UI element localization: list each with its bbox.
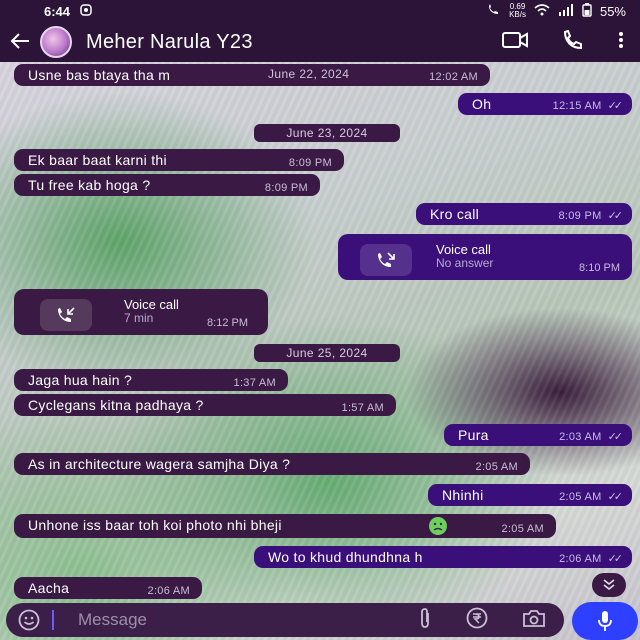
menu-button[interactable]	[618, 31, 624, 54]
emoji-button[interactable]	[6, 609, 52, 631]
double-chevron-down-icon	[603, 579, 615, 591]
call-title: Voice call	[124, 297, 179, 312]
network-speed-unit: KB/s	[509, 10, 526, 19]
video-call-icon	[502, 31, 528, 48]
date-separator: June 23, 2024	[254, 124, 400, 142]
payment-button[interactable]	[466, 607, 488, 634]
missed-call-icon	[378, 252, 395, 267]
message-text: Kro call	[430, 206, 480, 222]
message-bubble[interactable]: Nhinhi 2:05 AM ✓✓	[428, 484, 632, 506]
emoji-icon	[18, 609, 40, 631]
message-time: 2:06 AM	[559, 553, 602, 565]
message-time: 2:06 AM	[147, 585, 190, 597]
video-call-button[interactable]	[502, 31, 528, 53]
message-input[interactable]	[52, 610, 322, 630]
message-text: Tu free kab hoga ?	[28, 177, 151, 193]
message-bubble[interactable]: Oh 12:15 AM ✓✓	[458, 93, 632, 115]
attach-button[interactable]	[418, 607, 432, 634]
message-text: Cyclegans kitna padhaya ?	[28, 397, 204, 413]
message-time: 2:05 AM	[559, 491, 602, 503]
read-ticks-icon: ✓✓	[607, 553, 624, 565]
back-button[interactable]	[0, 28, 40, 56]
message-text: Wo to khud dhundhna h	[268, 549, 423, 565]
call-log-card[interactable]: Voice call 7 min 8:12 PM	[14, 289, 268, 335]
phone-icon	[563, 29, 582, 49]
message-text: Oh	[472, 96, 492, 112]
call-title: Voice call	[436, 242, 491, 257]
message-time: 8:09 PM	[288, 157, 332, 169]
signal-icon	[558, 3, 574, 19]
message-text: As in architecture wagera samjha Diya ?	[28, 456, 291, 472]
scroll-to-bottom-button[interactable]	[592, 573, 626, 597]
message-bubble[interactable]: Cyclegans kitna padhaya ? 1:57 AM	[14, 394, 396, 416]
call-time: 8:12 PM	[207, 317, 248, 329]
message-bubble[interactable]: Unhone iss baar toh koi photo nhi bheji …	[14, 514, 556, 538]
message-composer	[6, 603, 564, 637]
message-bubble[interactable]: Tu free kab hoga ? 8:09 PM	[14, 174, 320, 196]
call-status: No answer	[436, 256, 494, 270]
message-bubble[interactable]: Aacha 2:06 AM	[14, 577, 202, 599]
message-bubble[interactable]: As in architecture wagera samjha Diya ? …	[14, 453, 530, 475]
message-text: Usne bas btaya tha m	[28, 67, 171, 83]
rupee-icon	[466, 607, 488, 628]
message-time: 2:05 AM	[501, 523, 544, 535]
read-ticks-icon: ✓✓	[607, 100, 624, 112]
call-duration: 7 min	[124, 311, 154, 325]
status-bar: 6:44 0.69 KB/s 55%	[0, 0, 640, 22]
camera-icon	[523, 609, 545, 627]
battery-percent: 55%	[599, 3, 626, 19]
status-time: 6:44	[44, 3, 71, 19]
message-time: 8:09 PM	[558, 210, 602, 222]
message-text: Nhinhi	[442, 487, 484, 503]
voice-message-button[interactable]	[572, 602, 638, 640]
arrow-left-icon	[10, 33, 29, 49]
camera-button[interactable]	[522, 608, 546, 633]
wifi-icon	[534, 3, 550, 19]
call-forward-icon	[487, 3, 501, 19]
message-time: 2:03 AM	[559, 431, 602, 443]
read-ticks-icon: ✓✓	[607, 431, 624, 443]
message-bubble[interactable]: Usne bas btaya tha m June 22, 2024 12:02…	[14, 64, 490, 86]
floating-date-chip: June 22, 2024	[268, 67, 350, 81]
nauseated-face-icon	[428, 516, 448, 539]
network-speed: 0.69 KB/s	[509, 3, 526, 19]
contact-name[interactable]: Meher Narula Y23	[86, 31, 253, 54]
call-back-button[interactable]	[40, 299, 92, 331]
message-time: 2:05 AM	[475, 461, 518, 473]
message-text: Ek baar baat karni thi	[28, 152, 167, 168]
message-bubble[interactable]: Ek baar baat karni thi 8:09 PM	[14, 149, 344, 171]
message-text: Pura	[458, 427, 489, 443]
more-vert-icon	[619, 31, 623, 48]
message-text: Unhone iss baar toh koi photo nhi bheji	[28, 517, 282, 533]
chat-header: Meher Narula Y23	[0, 22, 640, 62]
message-bubble[interactable]: Jaga hua hain ? 1:37 AM	[14, 369, 288, 391]
message-bubble[interactable]: Kro call 8:09 PM ✓✓	[416, 203, 632, 225]
voice-call-button[interactable]	[562, 29, 584, 55]
avatar[interactable]	[40, 26, 72, 58]
message-time: 1:57 AM	[341, 402, 384, 414]
message-time: 12:15 AM	[552, 100, 602, 112]
message-text: Aacha	[28, 580, 70, 596]
mic-icon	[598, 611, 612, 631]
battery-icon	[582, 2, 592, 20]
message-bubble[interactable]: Wo to khud dhundhna h 2:06 AM ✓✓	[254, 546, 632, 568]
message-time: 8:09 PM	[264, 182, 308, 194]
date-separator: June 25, 2024	[254, 344, 400, 362]
message-bubble[interactable]: Pura 2:03 AM ✓✓	[444, 424, 632, 446]
call-log-card[interactable]: Voice call No answer 8:10 PM	[338, 234, 632, 280]
read-ticks-icon: ✓✓	[607, 491, 624, 503]
read-ticks-icon: ✓✓	[607, 210, 624, 222]
message-time: 1:37 AM	[233, 377, 276, 389]
call-time: 8:10 PM	[579, 262, 620, 274]
message-text: Jaga hua hain ?	[28, 372, 133, 388]
incoming-call-icon	[58, 307, 75, 322]
screen-record-icon	[80, 3, 92, 19]
call-back-button[interactable]	[360, 244, 412, 276]
message-time: 12:02 AM	[429, 71, 478, 83]
paperclip-icon	[421, 607, 429, 628]
